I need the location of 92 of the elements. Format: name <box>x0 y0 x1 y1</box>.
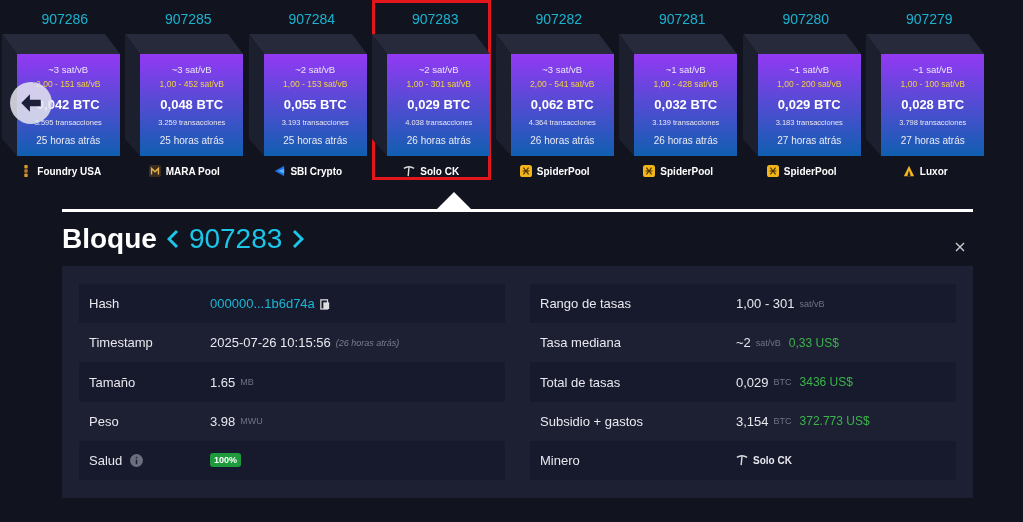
miner-name: MARA Pool <box>165 165 220 177</box>
fee-range: 1,00 - 100 sat/vB <box>900 79 965 89</box>
median-fee: ~3 sat/vB <box>542 64 583 75</box>
row-value: 1,00 - 301 <box>736 296 795 312</box>
row-label: Total de tasas <box>540 374 621 390</box>
row-value: 1.65 <box>210 374 236 390</box>
row-label: Minero <box>540 452 580 468</box>
fee-range: 1,00 - 452 sat/vB <box>159 79 224 89</box>
row-label: Salud <box>89 452 123 468</box>
fiat-value: 0,33 US$ <box>788 335 839 350</box>
unit-label: BTC <box>773 416 792 427</box>
block-age: 26 horas atrás <box>406 135 471 146</box>
block-height[interactable]: 907285 <box>156 11 212 34</box>
block-age: 25 horas atrás <box>36 135 101 146</box>
miner-name: Solo CK <box>420 165 460 177</box>
block-height[interactable]: 907280 <box>774 11 830 34</box>
fiat-value: 3436 US$ <box>799 375 853 389</box>
spider-icon <box>643 165 656 177</box>
pickaxe-icon <box>403 165 416 177</box>
row-label: Tasa mediana <box>540 335 621 351</box>
spider-icon <box>519 165 532 177</box>
triangle-logo-icon <box>902 165 915 177</box>
unit-label: sat/vB <box>799 298 825 309</box>
fee-range: 1,00 - 153 sat/vB <box>283 79 348 89</box>
median-fee: ~3 sat/vB <box>171 64 212 75</box>
row-label: Hash <box>89 296 120 312</box>
miner-name: SpiderPool <box>783 165 837 177</box>
pickaxe-icon <box>736 454 748 467</box>
unit-label: MB <box>240 377 254 387</box>
miner-name: SpiderPool <box>660 165 714 177</box>
fiat-value: 372.773 US$ <box>799 414 870 429</box>
hash-link[interactable]: 000000...1b6d74a <box>210 296 315 312</box>
miner-name: Foundry USA <box>37 165 102 177</box>
block-total: 0,028 BTC <box>901 97 965 112</box>
row-label: Tamaño <box>89 374 136 390</box>
row-label: Subsidio + gastos <box>540 413 643 429</box>
row-label: Timestamp <box>89 335 153 351</box>
block-title: Bloque <box>62 223 157 255</box>
close-icon[interactable] <box>955 242 965 252</box>
unit-label: sat/vB <box>755 337 781 348</box>
relative-time: (26 horas atrás) <box>335 337 400 348</box>
block-height[interactable]: 907282 <box>527 11 583 34</box>
fee-range: 1,00 - 301 sat/vB <box>406 79 471 89</box>
median-fee: ~3 sat/vB <box>48 64 89 75</box>
block-total: 0,032 BTC <box>654 97 718 112</box>
median-fee: ~1 sat/vB <box>912 64 953 75</box>
median-fee: ~1 sat/vB <box>789 64 830 75</box>
spider-icon <box>766 165 779 177</box>
unit-label: BTC <box>773 377 792 387</box>
block-age: 25 horas atrás <box>159 135 224 146</box>
block-age: 26 horas atrás <box>530 135 595 146</box>
chevron-left-icon[interactable] <box>166 229 179 249</box>
block-height[interactable]: 907279 <box>897 11 953 34</box>
median-fee: ~2 sat/vB <box>295 64 336 75</box>
chevron-right-icon[interactable] <box>292 229 305 249</box>
block-total: 0,029 BTC <box>777 97 841 112</box>
fee-range: 1,00 - 200 sat/vB <box>777 79 842 89</box>
row-label: Rango de tasas <box>540 296 632 312</box>
median-fee: ~1 sat/vB <box>665 64 706 75</box>
row-value: ~2 <box>736 335 751 351</box>
block-height[interactable]: 907286 <box>33 11 89 34</box>
fee-range: 1,00 - 428 sat/vB <box>653 79 718 89</box>
shield-icon <box>273 165 286 177</box>
miner-name: SpiderPool <box>536 165 590 177</box>
row-value: 0,029 <box>736 374 769 390</box>
block-age: 26 horas atrás <box>653 135 718 146</box>
row-value: 3.98 <box>210 413 236 429</box>
row-value: 3,154 <box>736 413 769 429</box>
block-age: 25 horas atrás <box>283 135 348 146</box>
row-label: Peso <box>89 413 119 429</box>
miner-name: Luxor <box>919 165 948 177</box>
row-value: 2025-07-26 10:15:56 <box>210 335 331 351</box>
health-badge: 100% <box>210 453 242 468</box>
fee-range: 2,00 - 541 sat/vB <box>530 79 595 89</box>
block-height[interactable]: 907283 <box>403 11 459 34</box>
block-total: 0,048 BTC <box>160 97 224 112</box>
median-fee: ~2 sat/vB <box>418 64 459 75</box>
copy-icon[interactable] <box>319 297 330 310</box>
miner-name[interactable]: Solo CK <box>753 454 792 466</box>
block-total: 0,062 BTC <box>530 97 594 112</box>
block-total: 0,029 BTC <box>407 97 471 112</box>
block-height[interactable]: 907284 <box>280 11 336 34</box>
block-age: 27 horas atrás <box>900 135 965 146</box>
miner-name: SBI Crypto <box>290 165 343 177</box>
fee-range: 2,00 - 151 sat/vB <box>36 79 101 89</box>
info-icon[interactable] <box>130 453 144 467</box>
block-total: 0,055 BTC <box>283 97 347 112</box>
unit-label: MWU <box>240 416 263 427</box>
block-age: 27 horas atrás <box>777 135 842 146</box>
block-number: 907283 <box>188 223 283 255</box>
block-height[interactable]: 907281 <box>650 11 706 34</box>
m-logo-icon <box>148 165 161 177</box>
